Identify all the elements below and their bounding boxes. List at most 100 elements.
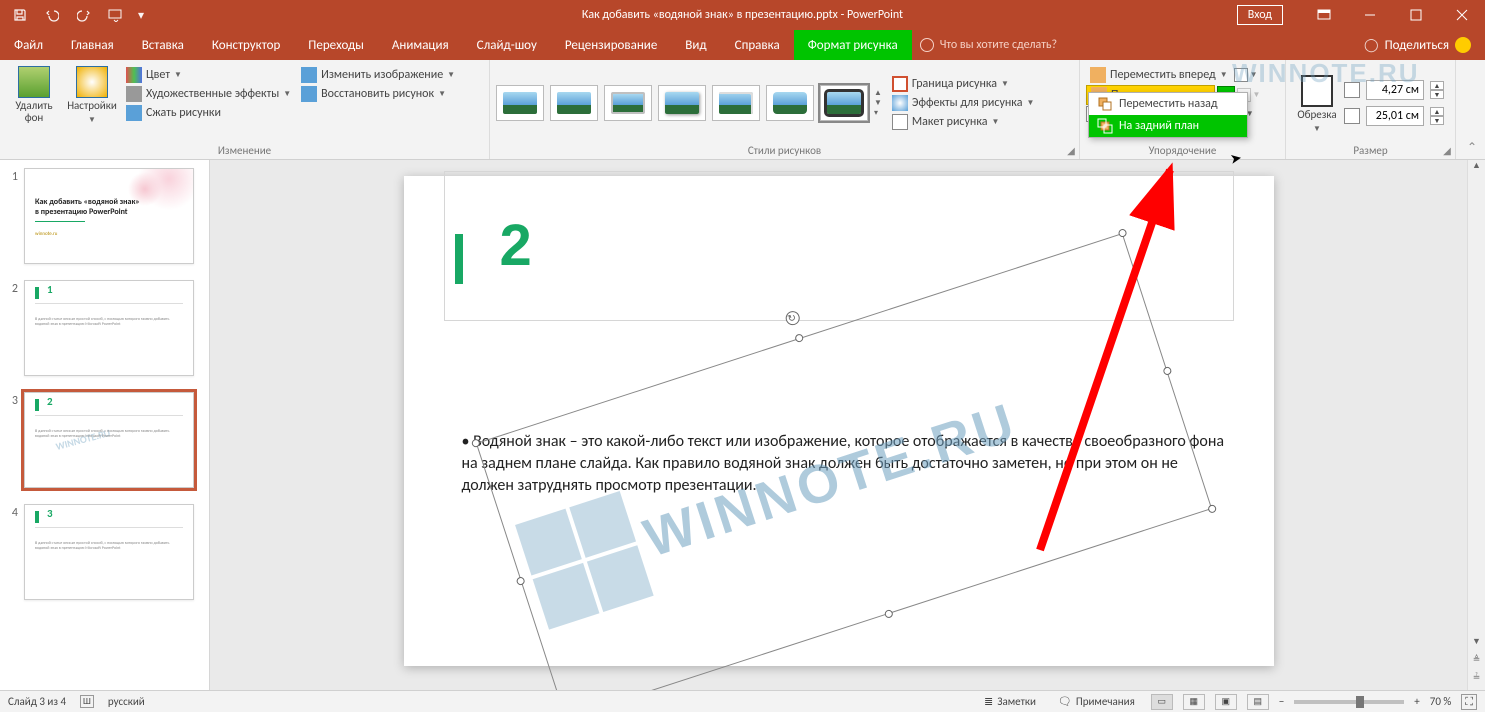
maximize-icon[interactable] (1393, 0, 1439, 30)
tab-review[interactable]: Рецензирование (551, 30, 671, 60)
color-icon (126, 67, 142, 83)
change-picture-button[interactable]: Изменить изображение▼ (297, 66, 459, 84)
slideshow-view-icon[interactable]: ▤ (1247, 694, 1269, 710)
resize-handle-icon[interactable] (1207, 504, 1217, 514)
normal-view-icon[interactable]: ▭ (1151, 694, 1173, 710)
menu-send-to-back[interactable]: На задний план (1089, 115, 1247, 137)
minimize-icon[interactable] (1347, 0, 1393, 30)
scroll-up-icon[interactable]: ▲ (1468, 160, 1485, 178)
size-launcher-icon[interactable]: ◢ (1441, 144, 1453, 156)
comments-button[interactable]: 🗨Примечания (1052, 695, 1141, 708)
crop-button[interactable]: Обрезка▼ (1292, 71, 1342, 135)
remove-background-button[interactable]: Удалить фон (6, 62, 62, 124)
fit-to-window-icon[interactable]: ⛶ (1461, 694, 1477, 710)
thumb-index: 4 (6, 504, 18, 520)
thumb-index: 3 (6, 392, 18, 408)
tab-file[interactable]: Файл (0, 30, 57, 60)
style-thumb-1[interactable] (496, 85, 544, 121)
picture-effects-icon (892, 95, 908, 111)
artistic-effects-button[interactable]: Художественные эффекты▼ (122, 85, 295, 103)
workspace: 1 Как добавить «водяной знак» в презента… (0, 160, 1485, 690)
zoom-slider[interactable] (1294, 700, 1404, 704)
resize-handle-icon[interactable] (883, 609, 893, 619)
redo-icon[interactable] (70, 1, 98, 29)
login-button[interactable]: Вход (1237, 5, 1283, 25)
group-adjust: Удалить фон Настройки ▼ Цвет▼ Художестве… (0, 60, 490, 159)
tell-me-search[interactable]: Что вы хотите сделать? (920, 30, 1057, 60)
picture-effects-button[interactable]: Эффекты для рисунка▼ (888, 94, 1038, 112)
picture-styles-launcher-icon[interactable]: ◢ (1065, 144, 1077, 156)
zoom-in-icon[interactable]: + (1414, 695, 1419, 708)
collapse-ribbon-icon[interactable]: ⌃ (1467, 140, 1477, 155)
tab-transitions[interactable]: Переходы (294, 30, 378, 60)
slide: 2 Водяной знак – это какой-либо текст ил… (404, 176, 1274, 666)
gallery-expand-icon[interactable]: ▾ (874, 108, 882, 118)
slide-thumbnail-1[interactable]: Как добавить «водяной знак» в презентаци… (24, 168, 194, 264)
slide-thumbnail-2[interactable]: 1 В данной статье описан простой способ,… (24, 280, 194, 376)
language-status[interactable]: русский (108, 695, 145, 708)
picture-border-button[interactable]: Граница рисунка▼ (888, 75, 1038, 93)
width-up-icon[interactable]: ▲ (1430, 107, 1444, 116)
style-thumb-6[interactable] (766, 85, 814, 121)
prev-slide-icon[interactable]: ≜ (1468, 654, 1485, 672)
share-button[interactable]: Поделиться (1385, 38, 1449, 53)
tab-design[interactable]: Конструктор (198, 30, 294, 60)
next-slide-icon[interactable]: ≟ (1468, 672, 1485, 690)
reading-view-icon[interactable]: ▣ (1215, 694, 1237, 710)
remove-background-icon (18, 66, 50, 98)
slide-canvas[interactable]: 2 Водяной знак – это какой-либо текст ил… (210, 160, 1467, 690)
slide-counter[interactable]: Слайд 3 из 4 (8, 695, 66, 708)
scroll-down-icon[interactable]: ▼ (1468, 636, 1485, 654)
feedback-smiley-icon[interactable] (1455, 37, 1471, 53)
tab-home[interactable]: Главная (57, 30, 128, 60)
width-spinner[interactable]: ▲▼ (1344, 106, 1444, 126)
style-thumb-5[interactable] (712, 85, 760, 121)
slide-sorter-view-icon[interactable]: ▦ (1183, 694, 1205, 710)
save-icon[interactable] (6, 1, 34, 29)
style-thumb-2[interactable] (550, 85, 598, 121)
vertical-scrollbar[interactable]: ▲ ▼ ≜ ≟ (1467, 160, 1485, 690)
width-input[interactable] (1366, 106, 1424, 126)
slide-thumbnail-3[interactable]: 2 WINNOTE.RU В данной статье описан прос… (24, 392, 194, 488)
picture-styles-gallery[interactable]: ▲ ▼ ▾ (496, 85, 882, 121)
style-thumb-7[interactable] (820, 85, 868, 121)
tab-animations[interactable]: Анимация (378, 30, 463, 60)
tab-picture-format[interactable]: Формат рисунка (794, 30, 912, 60)
style-thumb-3[interactable] (604, 85, 652, 121)
close-icon[interactable] (1439, 0, 1485, 30)
slide-thumbnail-4[interactable]: 3 В данной статье описан простой способ,… (24, 504, 194, 600)
start-slideshow-icon[interactable] (102, 1, 130, 29)
reset-picture-button[interactable]: Восстановить рисунок▼ (297, 85, 459, 103)
group-size-label: Размер (1292, 144, 1449, 159)
height-up-icon[interactable]: ▲ (1430, 81, 1444, 90)
gallery-scroll-up-icon[interactable]: ▲ (874, 88, 882, 98)
slide-thumbnails-pane[interactable]: 1 Как добавить «водяной знак» в презента… (0, 160, 210, 690)
color-button[interactable]: Цвет▼ (122, 66, 295, 84)
tab-help[interactable]: Справка (721, 30, 794, 60)
picture-layout-button[interactable]: Макет рисунка▼ (888, 113, 1038, 131)
gallery-scroll-down-icon[interactable]: ▼ (874, 98, 882, 108)
zoom-out-icon[interactable]: − (1279, 695, 1284, 708)
width-down-icon[interactable]: ▼ (1430, 116, 1444, 125)
style-thumb-4[interactable] (658, 85, 706, 121)
align-icon[interactable] (1234, 68, 1248, 82)
menu-send-backward[interactable]: Переместить назад (1089, 93, 1247, 115)
tab-insert[interactable]: Вставка (128, 30, 198, 60)
height-spinner[interactable]: ▲▼ (1344, 80, 1444, 100)
notes-button[interactable]: ≣Заметки (978, 695, 1042, 708)
thumb-index: 1 (6, 168, 18, 184)
artistic-effects-icon (126, 86, 142, 102)
qat-customize-icon[interactable]: ▾ (134, 1, 148, 29)
undo-icon[interactable] (38, 1, 66, 29)
window-controls: Вход (1237, 0, 1485, 30)
corrections-button[interactable]: Настройки ▼ (64, 62, 120, 126)
ribbon-display-options-icon[interactable] (1301, 0, 1347, 30)
compress-pictures-button[interactable]: Сжать рисунки (122, 104, 295, 122)
bring-forward-button[interactable]: Переместить вперед▼ (1086, 66, 1232, 84)
height-input[interactable] (1366, 80, 1424, 100)
zoom-level[interactable]: 70 % (1430, 695, 1452, 708)
tab-slideshow[interactable]: Слайд-шоу (463, 30, 551, 60)
spell-check-icon[interactable]: Ш (80, 695, 94, 708)
tab-view[interactable]: Вид (671, 30, 720, 60)
height-down-icon[interactable]: ▼ (1430, 90, 1444, 99)
